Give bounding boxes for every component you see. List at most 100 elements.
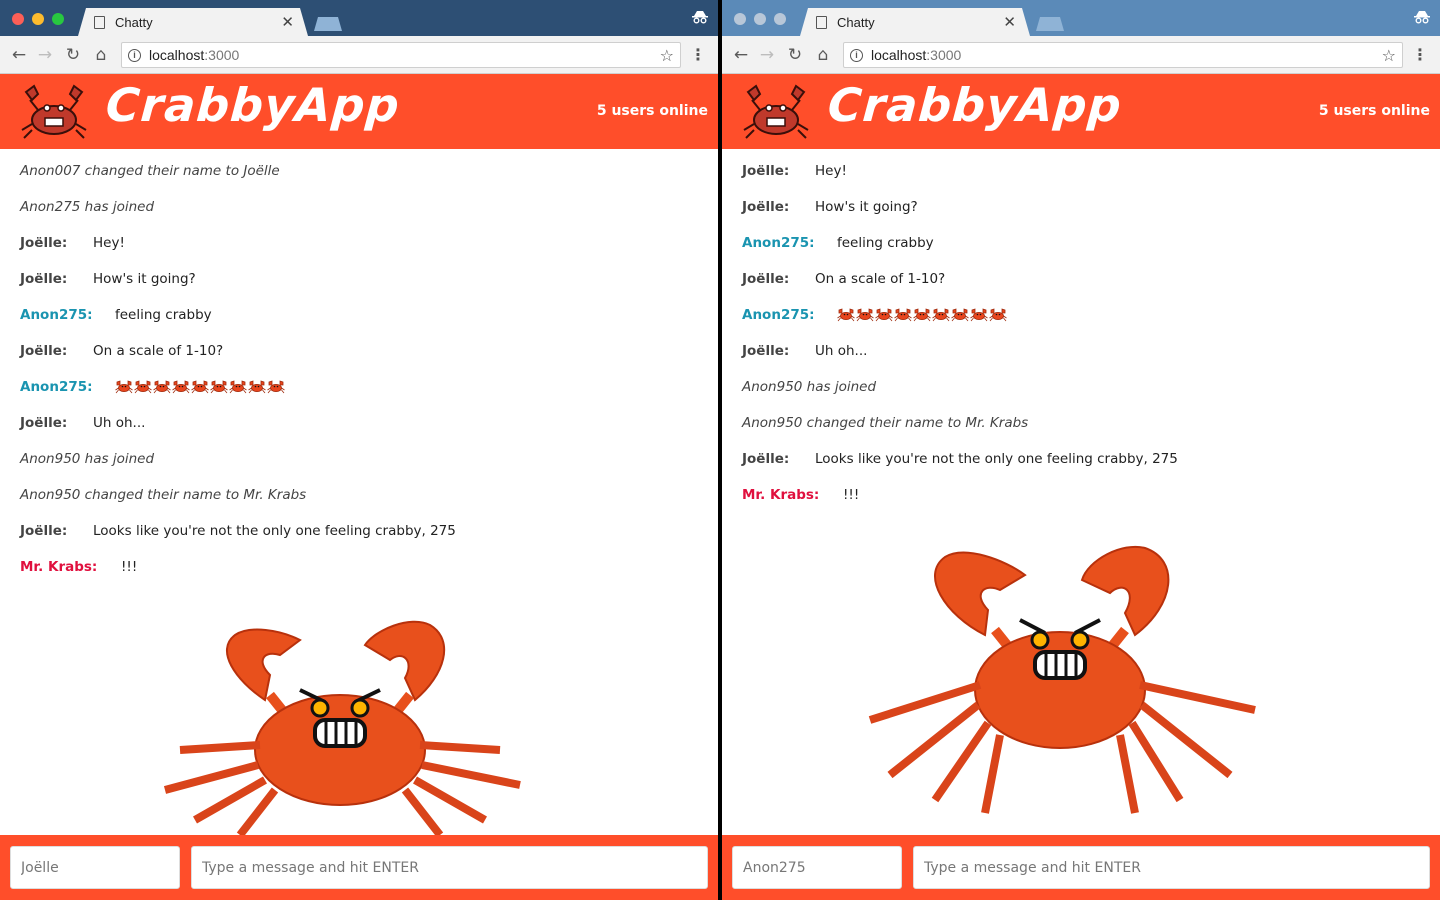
home-icon[interactable]: ⌂ bbox=[812, 44, 834, 66]
back-arrow-icon[interactable]: ← bbox=[730, 44, 752, 66]
message-content: Looks like you're not the only one feeli… bbox=[93, 523, 456, 539]
maximize-window-button[interactable] bbox=[52, 13, 64, 25]
chat-message: Joëlle: On a scale of 1-10? bbox=[722, 269, 1440, 305]
back-arrow-icon[interactable]: ← bbox=[8, 44, 30, 66]
new-tab-button[interactable] bbox=[1036, 17, 1064, 31]
chat-message: Anon275: bbox=[0, 377, 718, 413]
reload-icon[interactable]: ↻ bbox=[62, 44, 84, 66]
crab-emoji-icon bbox=[191, 380, 209, 394]
tab-bar: Chatty ✕ bbox=[722, 0, 1440, 36]
system-message-text: Anon950 changed their name to Mr. Krabs bbox=[20, 487, 307, 503]
username-input[interactable] bbox=[10, 846, 180, 889]
system-message: Anon275 has joined bbox=[0, 197, 718, 233]
home-icon[interactable]: ⌂ bbox=[90, 44, 112, 66]
maximize-window-button[interactable] bbox=[774, 13, 786, 25]
url-text: localhost:3000 bbox=[149, 47, 240, 63]
chat-message: Joëlle: Hey! bbox=[0, 233, 718, 269]
users-online-count: 5 users online bbox=[1318, 103, 1430, 119]
crab-emoji-icon bbox=[115, 380, 133, 394]
close-tab-icon[interactable]: ✕ bbox=[1003, 13, 1016, 31]
reload-icon[interactable]: ↻ bbox=[784, 44, 806, 66]
chat-message: Joëlle: Hey! bbox=[722, 161, 1440, 197]
message-input[interactable] bbox=[913, 846, 1430, 889]
message-username: Joëlle: bbox=[742, 343, 790, 359]
crab-emoji-row bbox=[115, 380, 285, 394]
menu-dots-icon[interactable]: ⋮ bbox=[1412, 45, 1428, 64]
incognito-icon bbox=[692, 10, 708, 28]
menu-dots-icon[interactable]: ⋮ bbox=[690, 45, 706, 64]
crab-emoji-icon bbox=[970, 308, 988, 322]
info-icon[interactable]: i bbox=[128, 48, 141, 62]
forward-arrow-icon[interactable]: → bbox=[34, 44, 56, 66]
message-content: On a scale of 1-10? bbox=[93, 343, 224, 359]
address-bar[interactable]: i localhost:3000 ☆ bbox=[843, 42, 1403, 68]
message-username: Anon275: bbox=[20, 379, 93, 395]
system-message: Anon950 changed their name to Mr. Krabs bbox=[722, 413, 1440, 449]
system-message-text: Anon950 has joined bbox=[742, 379, 877, 395]
crab-emoji-icon bbox=[913, 308, 931, 322]
incognito-icon bbox=[1414, 10, 1430, 28]
message-content: Uh oh... bbox=[93, 415, 146, 431]
message-input[interactable] bbox=[191, 846, 708, 889]
users-online-count: 5 users online bbox=[596, 103, 708, 119]
chat-message: Anon275: feeling crabby bbox=[0, 305, 718, 341]
crab-emoji-icon bbox=[951, 308, 969, 322]
forward-arrow-icon[interactable]: → bbox=[756, 44, 778, 66]
new-tab-button[interactable] bbox=[314, 17, 342, 31]
message-username: Mr. Krabs: bbox=[20, 559, 98, 575]
app-title: CrabbyApp bbox=[826, 78, 1124, 132]
url-text: localhost:3000 bbox=[871, 47, 962, 63]
message-username: Anon275: bbox=[20, 307, 93, 323]
bookmark-star-icon[interactable]: ☆ bbox=[660, 46, 674, 65]
close-window-button[interactable] bbox=[12, 13, 24, 25]
message-content: On a scale of 1-10? bbox=[815, 271, 946, 287]
tab-bar: Chatty ✕ bbox=[0, 0, 718, 36]
message-list: Joëlle: Hey! Joëlle: How's it going? Anon275… bbox=[722, 149, 1440, 521]
message-username: Anon275: bbox=[742, 307, 815, 323]
crab-emoji-icon bbox=[210, 380, 228, 394]
browser-toolbar: ← → ↻ ⌂ i localhost:3000 ☆ ⋮ bbox=[722, 36, 1440, 74]
system-message-text: Anon950 has joined bbox=[20, 451, 155, 467]
page-icon bbox=[94, 15, 105, 29]
chat-message: Joëlle: How's it going? bbox=[0, 269, 718, 305]
crab-emoji-icon bbox=[989, 308, 1007, 322]
message-content: Hey! bbox=[815, 163, 847, 179]
chat-message: Joëlle: Uh oh... bbox=[0, 413, 718, 449]
message-username: Joëlle: bbox=[742, 271, 790, 287]
system-message-text: Anon275 has joined bbox=[20, 199, 155, 215]
crab-logo-icon bbox=[21, 84, 87, 139]
minimize-window-button[interactable] bbox=[754, 13, 766, 25]
chat-message: Joëlle: On a scale of 1-10? bbox=[0, 341, 718, 377]
system-message-text: Anon950 changed their name to Mr. Krabs bbox=[742, 415, 1029, 431]
crab-emoji-icon bbox=[894, 308, 912, 322]
message-username: Anon275: bbox=[742, 235, 815, 251]
app-header: CrabbyApp 5 users online bbox=[722, 74, 1440, 149]
chat-message: Joëlle: Uh oh... bbox=[722, 341, 1440, 377]
tab-chatty[interactable]: Chatty ✕ bbox=[78, 8, 308, 36]
crab-emoji-icon bbox=[837, 308, 855, 322]
crab-emoji-icon bbox=[875, 308, 893, 322]
message-list: Anon007 changed their name to Joëlle Anon… bbox=[0, 149, 718, 593]
message-username: Joëlle: bbox=[20, 235, 68, 251]
system-message: Anon950 has joined bbox=[0, 449, 718, 485]
message-content: !!! bbox=[843, 487, 860, 503]
address-bar[interactable]: i localhost:3000 ☆ bbox=[121, 42, 681, 68]
chat-bar bbox=[0, 835, 718, 900]
close-window-button[interactable] bbox=[734, 13, 746, 25]
info-icon[interactable]: i bbox=[850, 48, 863, 62]
message-username: Joëlle: bbox=[20, 523, 68, 539]
close-tab-icon[interactable]: ✕ bbox=[281, 13, 294, 31]
minimize-window-button[interactable] bbox=[32, 13, 44, 25]
message-username: Mr. Krabs: bbox=[742, 487, 820, 503]
bookmark-star-icon[interactable]: ☆ bbox=[1382, 46, 1396, 65]
system-message-text: Anon007 changed their name to Joëlle bbox=[20, 163, 280, 179]
message-content: Looks like you're not the only one feeli… bbox=[815, 451, 1178, 467]
crab-emoji-row bbox=[837, 308, 1007, 322]
crab-emoji-icon bbox=[229, 380, 247, 394]
tab-chatty[interactable]: Chatty ✕ bbox=[800, 8, 1030, 36]
browser-window-right: Chatty ✕ ← → ↻ ⌂ i localhost:3000 ☆ ⋮ Cr… bbox=[722, 0, 1440, 900]
crab-emoji-icon bbox=[267, 380, 285, 394]
username-input[interactable] bbox=[732, 846, 902, 889]
system-message: Anon950 changed their name to Mr. Krabs bbox=[0, 485, 718, 521]
message-username: Joëlle: bbox=[742, 163, 790, 179]
